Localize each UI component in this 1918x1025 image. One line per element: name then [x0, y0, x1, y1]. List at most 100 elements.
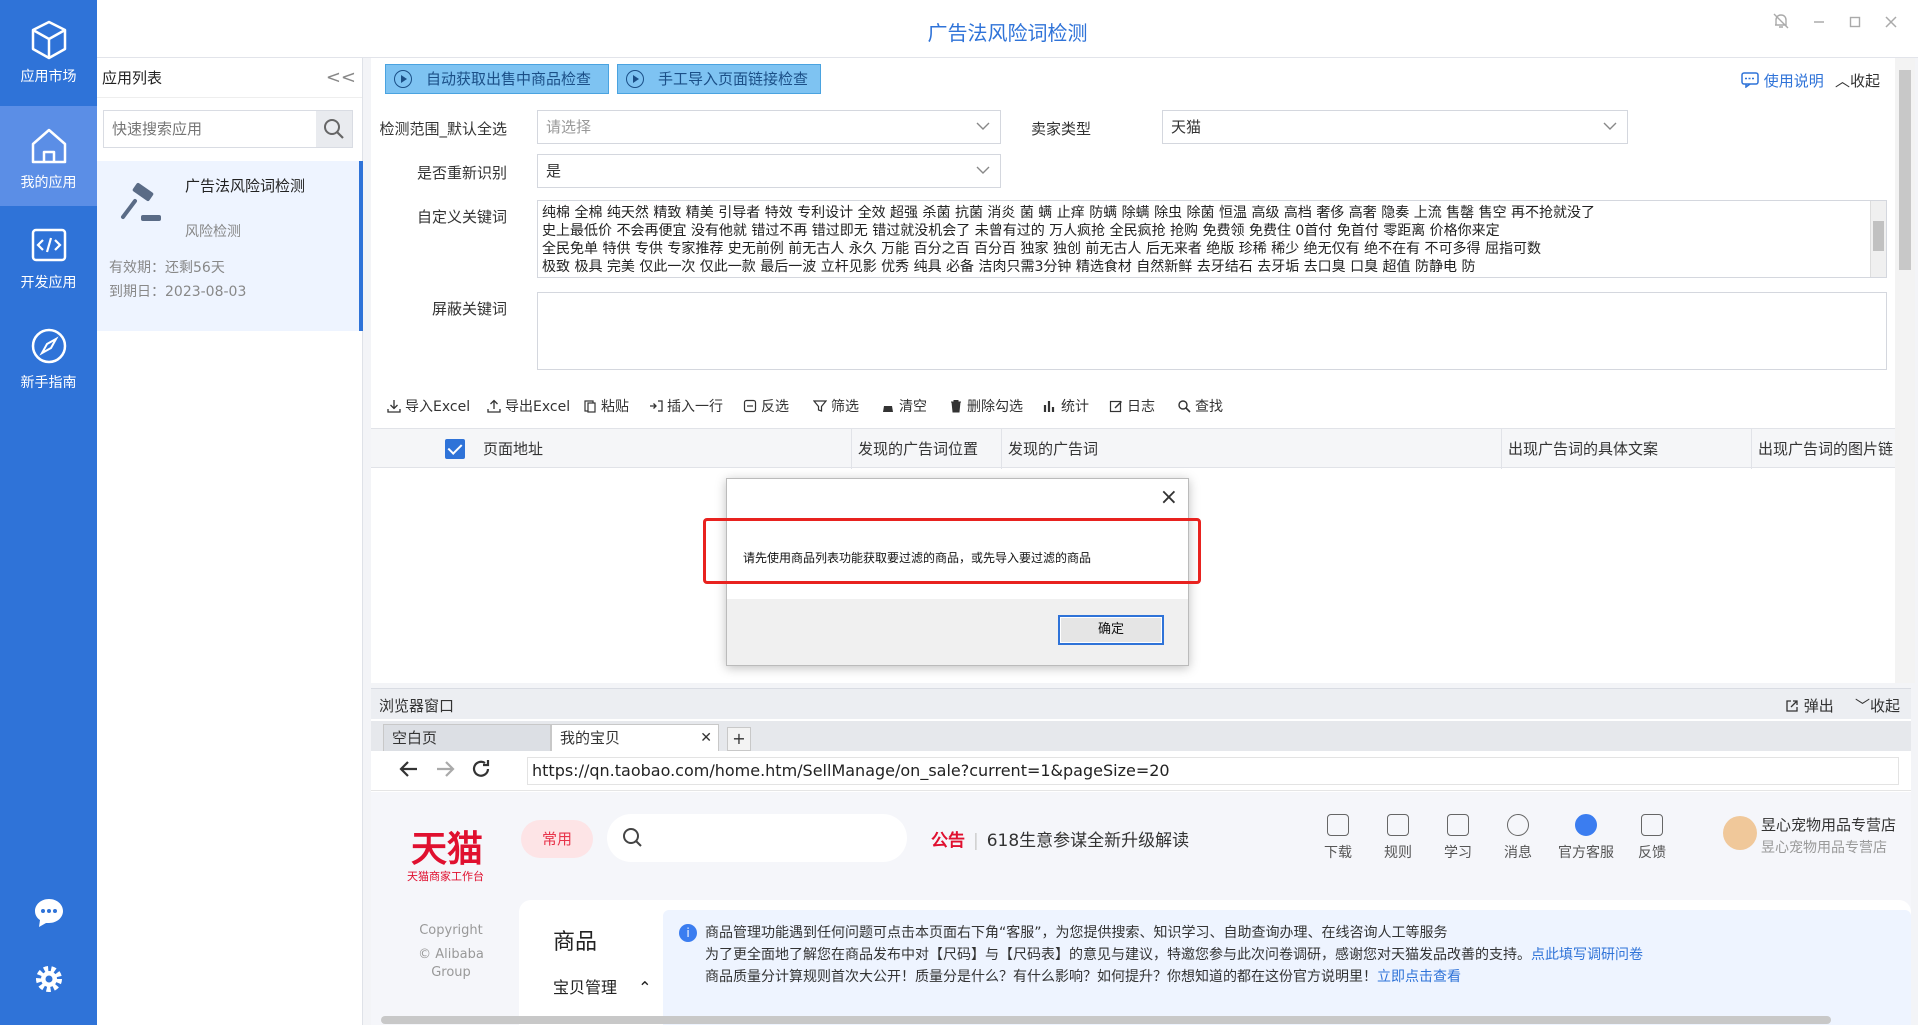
info-line-1: 商品管理功能遇到任何问题可点击本页面右下角“客服”，为您提供搜索、知识学习、自助…	[705, 925, 1448, 941]
horizontal-scrollbar[interactable]	[381, 1016, 1831, 1024]
col-word-copy[interactable]: 出现广告词的具体文案	[1501, 429, 1753, 469]
range-select[interactable]: 请选择	[537, 110, 1001, 144]
products-title: 商品	[553, 930, 598, 955]
insert-row-button[interactable]: 插入一行	[649, 396, 723, 416]
survey-link[interactable]: 点此填写调研问卷	[1531, 947, 1643, 963]
gear-icon[interactable]	[32, 962, 66, 996]
feedback-item[interactable]: 反馈	[1627, 814, 1677, 862]
rail-item-guide[interactable]: 新手指南	[0, 306, 97, 406]
tab-close-icon[interactable]: ✕	[700, 725, 712, 751]
main-scrollbar[interactable]	[1895, 58, 1915, 683]
seller-type-select[interactable]: 天猫	[1162, 110, 1628, 144]
col-page-url[interactable]: 页面地址	[477, 429, 823, 469]
help-link[interactable]: 使用说明	[1741, 70, 1824, 91]
maximize-icon[interactable]	[1843, 12, 1867, 36]
block-keywords-label: 屏蔽关键词	[431, 300, 507, 318]
range-label: 检测范围_默认全选	[379, 120, 507, 138]
url-bar[interactable]: https://qn.taobao.com/home.htm/SellManag…	[527, 757, 1899, 785]
manual-import-button[interactable]: 手工导入页面链接检查	[617, 64, 821, 94]
filter-button[interactable]: 筛选	[813, 396, 859, 416]
chat-icon[interactable]	[32, 896, 66, 930]
code-icon	[31, 228, 66, 262]
app-search-button[interactable]	[316, 111, 352, 147]
auto-check-button[interactable]: 自动获取出售中商品检查	[385, 64, 609, 94]
table-toolbar: 导入Excel 导出Excel 粘贴 插入一行 反选 筛选 清空 删除勾选 统计…	[371, 388, 1895, 424]
tab-my-items[interactable]: 我的宝贝 ✕	[551, 724, 719, 751]
reidentify-select[interactable]: 是	[537, 154, 1001, 188]
fold-link[interactable]: ︿收起	[1835, 70, 1880, 91]
collapse-panel-icon[interactable]: <<	[326, 58, 356, 98]
export-excel-button[interactable]: 导出Excel	[487, 396, 570, 416]
close-icon[interactable]	[1879, 12, 1903, 36]
scroll-thumb[interactable]	[1899, 70, 1911, 270]
message-icon	[1507, 814, 1529, 836]
mute-icon[interactable]	[1769, 12, 1793, 36]
tmall-logo[interactable]: 天猫	[411, 820, 483, 872]
import-excel-button[interactable]: 导入Excel	[387, 396, 470, 416]
paste-button[interactable]: 粘贴	[583, 396, 629, 416]
log-button[interactable]: 日志	[1109, 396, 1155, 416]
scroll-thumb[interactable]	[1873, 221, 1884, 251]
delete-checked-button[interactable]: 删除勾选	[949, 396, 1023, 416]
invert-select-button[interactable]: 反选	[743, 396, 789, 416]
rail-label: 我的应用	[20, 175, 77, 191]
rules-item[interactable]: 规则	[1373, 814, 1423, 862]
app-list-header: 应用列表 <<	[97, 58, 362, 98]
notice-key: 公告	[931, 831, 965, 851]
keywords-scrollbar[interactable]	[1870, 201, 1886, 277]
view-now-link[interactable]: 立即点击查看	[1377, 969, 1461, 985]
select-all-checkbox[interactable]	[445, 439, 465, 459]
col-found-words[interactable]: 发现的广告词	[1001, 429, 1503, 469]
copyright-line: Group	[431, 965, 471, 980]
support-item[interactable]: 官方客服	[1551, 814, 1621, 862]
common-pill[interactable]: 常用	[521, 820, 593, 858]
rail-item-dev[interactable]: 开发应用	[0, 206, 97, 306]
tmall-logo-sub: 天猫商家工作台	[407, 870, 484, 883]
learn-icon	[1447, 814, 1469, 836]
tab-label: 我的宝贝	[560, 729, 621, 747]
app-search-input[interactable]	[104, 111, 314, 147]
dialog-close-icon[interactable]: ×	[1160, 485, 1178, 510]
stats-button[interactable]: 统计	[1043, 396, 1089, 416]
insert-row-label: 插入一行	[667, 399, 723, 415]
block-keywords-textarea[interactable]	[537, 292, 1887, 370]
col-image-link[interactable]: 出现广告词的图片链	[1751, 429, 1895, 469]
notice[interactable]: 公告 | 618生意参谋全新升级解读	[931, 826, 1189, 851]
browser-fold-button[interactable]: ﹀收起	[1855, 695, 1900, 716]
fold-label: 收起	[1850, 72, 1881, 90]
minimize-icon[interactable]	[1807, 12, 1831, 36]
keyword-line: 极致 极具 完美 仅此一次 仅此一款 最后一波 立杆见影 优秀 纯具 必备 洁肉…	[542, 259, 1476, 275]
custom-keywords-label: 自定义关键词	[416, 208, 507, 226]
item-manage-menu[interactable]: 宝贝管理 ⌃	[553, 974, 652, 998]
icon-label: 学习	[1444, 845, 1472, 861]
app-card[interactable]: 广告法风险词检测 风险检测 有效期：还剩56天 到期日：2023-08-03	[97, 161, 363, 331]
rail-item-my-apps[interactable]: 我的应用	[0, 106, 97, 206]
new-tab-button[interactable]: +	[727, 727, 751, 751]
chevron-down-icon: ﹀	[1855, 697, 1871, 715]
clear-button[interactable]: 清空	[881, 396, 927, 416]
rail-label: 应用市场	[20, 69, 77, 85]
tab-blank[interactable]: 空白页	[383, 724, 551, 751]
back-arrow-icon[interactable]	[397, 757, 421, 781]
rail-item-market[interactable]: 应用市场	[0, 0, 97, 100]
auto-check-label: 自动获取出售中商品检查	[426, 70, 592, 88]
find-button[interactable]: 查找	[1177, 396, 1223, 416]
store-name[interactable]: 昱心宠物用品专营店 昱心宠物用品专营店	[1761, 814, 1896, 857]
popout-label: 弹出	[1803, 697, 1834, 715]
paste-icon	[584, 400, 596, 413]
dialog-ok-button[interactable]: 确定	[1058, 615, 1164, 645]
download-item[interactable]: 下载	[1313, 814, 1363, 862]
icon-label: 消息	[1504, 845, 1532, 861]
popout-button[interactable]: 弹出	[1785, 695, 1834, 716]
learn-item[interactable]: 学习	[1433, 814, 1483, 862]
messages-item[interactable]: 消息	[1493, 814, 1543, 862]
range-placeholder: 请选择	[546, 118, 592, 136]
store-avatar[interactable]	[1723, 816, 1757, 850]
stats-label: 统计	[1061, 399, 1089, 415]
app-name: 广告法风险词检测	[185, 177, 306, 195]
tmall-search-input[interactable]	[607, 814, 907, 862]
col-word-position[interactable]: 发现的广告词位置	[851, 429, 1001, 469]
custom-keywords-textarea[interactable]: 纯棉 全棉 纯天然 精致 精美 引导者 特效 专利设计 全效 超强 杀菌 抗菌 …	[537, 200, 1887, 278]
forward-arrow-icon[interactable]	[433, 757, 457, 781]
refresh-icon[interactable]	[469, 757, 493, 781]
